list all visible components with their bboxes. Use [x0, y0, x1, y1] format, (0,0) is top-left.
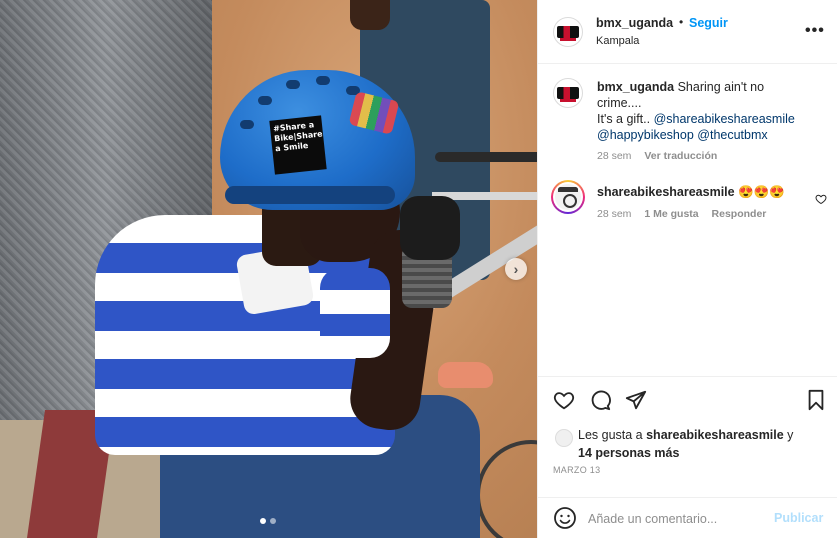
comment-meta: 28 sem 1 Me gusta Responder	[597, 208, 776, 220]
avatar-logo	[557, 87, 579, 99]
helmet-rim	[225, 186, 395, 204]
avatar-logo	[557, 26, 579, 38]
publish-comment-button[interactable]: Publicar	[774, 511, 823, 525]
caption-line-2: It's a gift..	[597, 112, 651, 126]
helmet-vent	[258, 96, 272, 105]
bike-handlebar	[435, 152, 537, 162]
like-heart-icon[interactable]	[553, 389, 575, 411]
boy-gloved-hand	[400, 196, 460, 260]
author-username[interactable]: bmx_uganda	[596, 16, 673, 30]
boy-sleeve	[320, 268, 390, 358]
helmet-vent	[240, 120, 254, 129]
comment-body: 😍😍😍	[738, 185, 785, 199]
comment-text: shareabikeshareasmile 😍😍😍	[597, 184, 807, 200]
save-bookmark-icon[interactable]	[805, 389, 827, 411]
caption-username[interactable]: bmx_uganda	[597, 80, 674, 94]
likes-and: y	[783, 428, 794, 442]
post-side-panel: bmx_uganda • Seguir Kampala ••• bmx_ugan…	[537, 0, 837, 538]
comments-section: bmx_uganda Sharing ain't no crime.... It…	[538, 64, 837, 376]
comment-bubble-icon[interactable]	[589, 389, 611, 411]
share-paper-plane-icon[interactable]	[625, 389, 647, 411]
commenter-username[interactable]: shareabikeshareasmile	[597, 185, 735, 199]
post-date[interactable]: MARZO 13	[553, 465, 600, 475]
post-photo[interactable]: #Share a Bike|Share a Smile ›	[0, 0, 537, 538]
add-comment-bar: Publicar	[538, 497, 837, 538]
post-actions: Les gusta a shareabikeshareasmile y 14 p…	[538, 376, 837, 538]
helmet-sticker-text: #Share a Bike|Share a Smile	[272, 120, 323, 154]
comment-likes-count[interactable]: 1 Me gusta	[644, 208, 698, 220]
likes-user[interactable]: shareabikeshareasmile	[646, 428, 784, 442]
background-person-hand	[350, 0, 390, 30]
comment-like-heart-icon[interactable]	[815, 193, 827, 205]
caption-text: bmx_uganda Sharing ain't no crime.... It…	[597, 79, 807, 143]
post-header: bmx_uganda • Seguir Kampala •••	[538, 0, 837, 64]
author-avatar[interactable]	[553, 17, 583, 47]
carousel-dot-active	[260, 518, 266, 524]
caption-age[interactable]: 28 sem	[597, 150, 631, 162]
comment-input[interactable]	[588, 510, 768, 528]
helmet-vent	[316, 76, 330, 85]
mention-link[interactable]: @shareabikeshareasmile	[654, 112, 795, 126]
liker-avatar[interactable]	[555, 429, 573, 447]
location-link[interactable]: Kampala	[596, 35, 639, 47]
carousel-dot	[270, 518, 276, 524]
caption-meta: 28 sem Ver traducción	[597, 150, 727, 162]
see-translation-button[interactable]: Ver traducción	[644, 150, 717, 162]
likes-prefix: Les gusta a	[578, 428, 647, 442]
more-options-icon[interactable]: •••	[805, 22, 825, 40]
avatar-ring-inner	[553, 182, 583, 212]
avatar-logo-underline	[560, 99, 576, 102]
carousel-next-button[interactable]: ›	[505, 258, 527, 280]
commenter-avatar[interactable]	[551, 180, 585, 214]
helmet-vent	[286, 80, 300, 89]
chevron-right-icon: ›	[513, 261, 519, 277]
emoji-icon[interactable]	[553, 506, 577, 530]
avatar-image	[555, 184, 581, 210]
separator-dot: •	[679, 15, 684, 29]
comment-age[interactable]: 28 sem	[597, 208, 631, 220]
follow-button[interactable]: Seguir	[689, 16, 728, 30]
reply-button[interactable]: Responder	[712, 208, 767, 220]
avatar-logo-underline	[560, 38, 576, 41]
likes-summary: Les gusta a shareabikeshareasmile y 14 p…	[578, 426, 833, 462]
mention-link[interactable]: @thecutbmx	[697, 128, 767, 142]
background-shoe	[438, 362, 493, 388]
helmet-sticker: #Share a Bike|Share a Smile	[269, 115, 327, 175]
caption-avatar[interactable]	[553, 78, 583, 108]
mention-link[interactable]: @happybikeshop	[597, 128, 694, 142]
likes-others-link[interactable]: 14 personas más	[578, 446, 679, 460]
carousel-indicator	[260, 518, 276, 524]
